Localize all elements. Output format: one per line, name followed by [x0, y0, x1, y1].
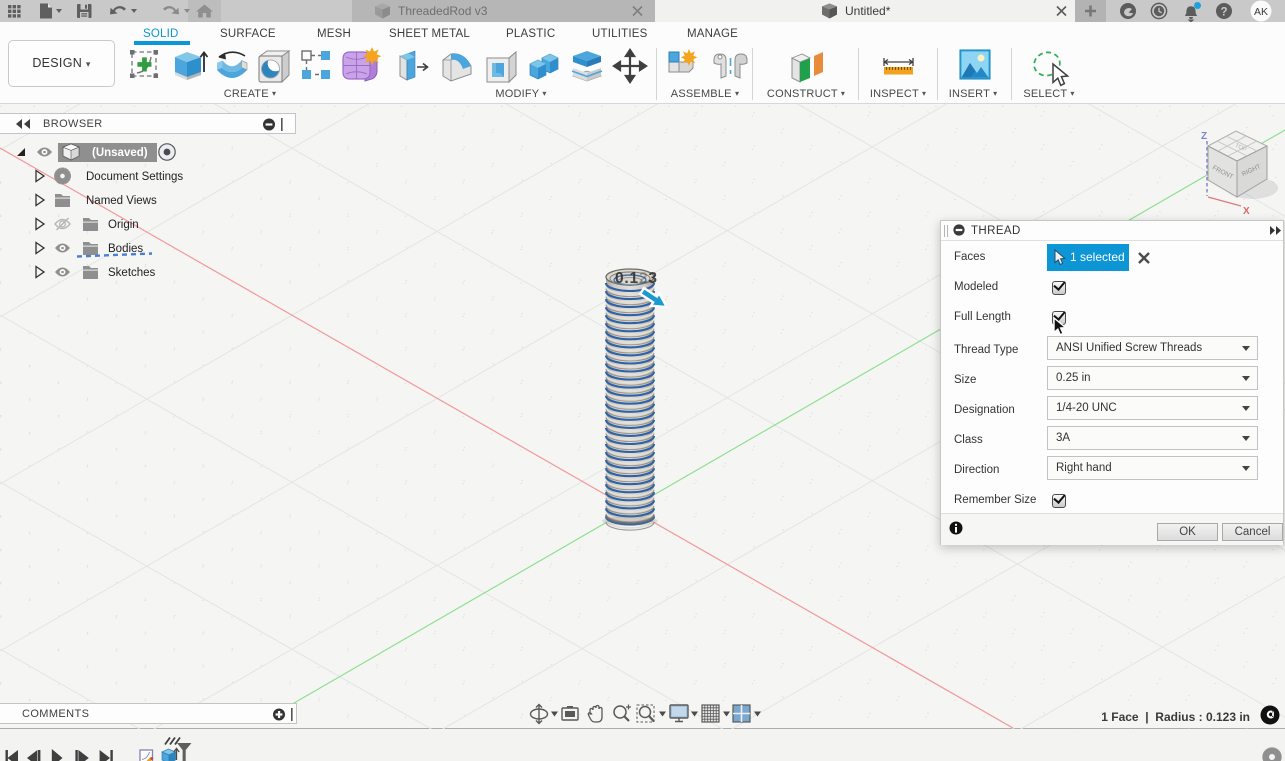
svg-text:Sketches: Sketches [108, 267, 156, 279]
svg-text:Document Settings: Document Settings [86, 171, 183, 183]
svg-text:Z: Z [1201, 131, 1207, 142]
svg-text:AK: AK [1254, 6, 1268, 18]
svg-text:Bodies: Bodies [108, 243, 143, 255]
svg-text:Named Views: Named Views [86, 195, 157, 207]
svg-text:(Unsaved): (Unsaved) [92, 147, 148, 159]
svg-text:X: X [1243, 206, 1250, 217]
svg-text:?: ? [1220, 6, 1227, 18]
svg-text:0.123: 0.123 [615, 270, 658, 287]
svg-text:Origin: Origin [108, 219, 139, 231]
